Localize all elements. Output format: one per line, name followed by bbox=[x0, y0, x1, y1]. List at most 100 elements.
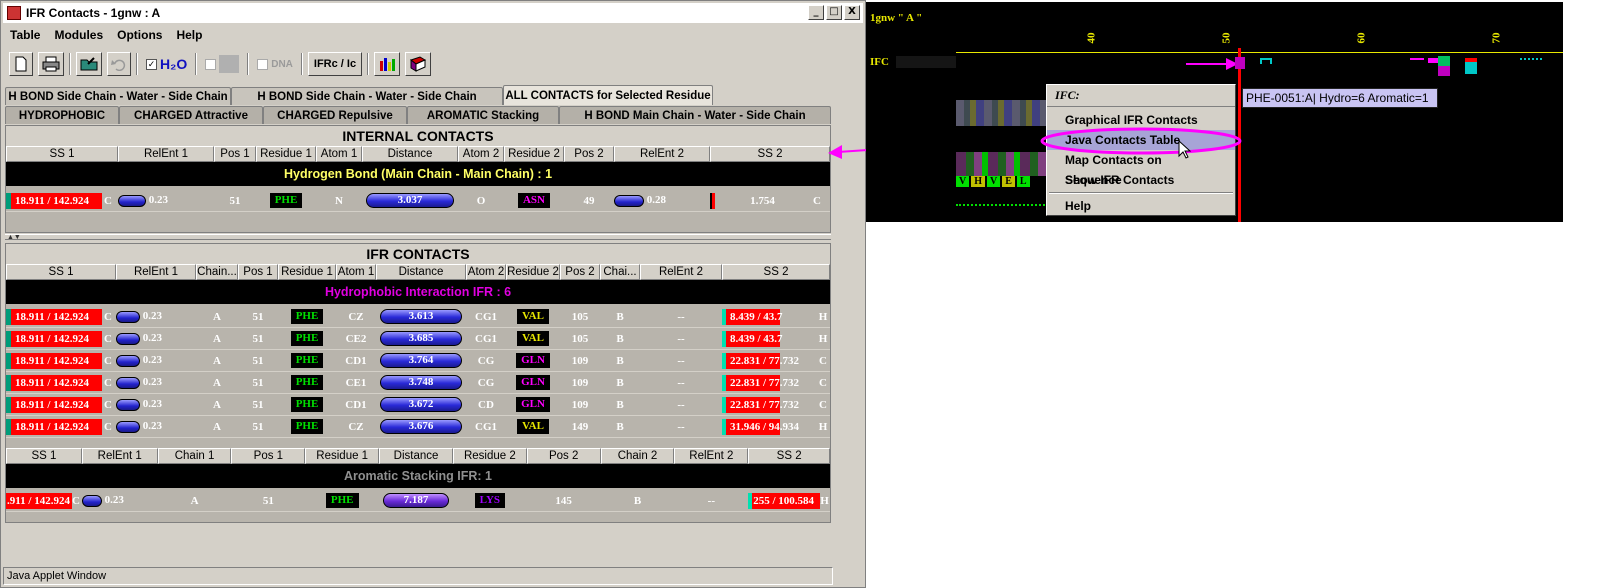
menu-modules[interactable]: Modules bbox=[47, 28, 110, 42]
residue-e[interactable]: E bbox=[1002, 176, 1015, 187]
col-ss2[interactable]: SS 2 bbox=[722, 264, 830, 280]
chart-button[interactable] bbox=[374, 52, 401, 76]
relent1-value: 0.23 bbox=[148, 194, 168, 207]
structure-block bbox=[956, 100, 1048, 126]
contact-marker[interactable] bbox=[1260, 58, 1272, 64]
h2o-checkbox-icon: ✓ bbox=[146, 58, 157, 70]
col-ss1[interactable]: SS 1 bbox=[6, 264, 116, 280]
col-residue1[interactable]: Residue 1 bbox=[305, 448, 380, 464]
col-relent2[interactable]: RelEnt 2 bbox=[640, 264, 722, 280]
col-ss2[interactable]: SS 2 bbox=[748, 448, 830, 464]
tab-hydrophobic[interactable]: HYDROPHOBIC bbox=[5, 106, 119, 124]
col-pos1[interactable]: Pos 1 bbox=[238, 264, 278, 280]
selected-contact-marker[interactable] bbox=[1235, 57, 1245, 69]
tab-all-contacts[interactable]: ALL CONTACTS for Selected Residue bbox=[503, 85, 713, 105]
col-relent2[interactable]: RelEnt 2 bbox=[614, 146, 710, 162]
undo-button[interactable] bbox=[107, 52, 131, 76]
col-relent1[interactable]: RelEnt 1 bbox=[118, 146, 214, 162]
contact-marker bbox=[1438, 56, 1450, 76]
col-pos1[interactable]: Pos 1 bbox=[214, 146, 256, 162]
minimize-button[interactable]: _ bbox=[808, 5, 824, 20]
residue-h[interactable]: H bbox=[971, 176, 986, 187]
col-ss2[interactable]: SS 2 bbox=[710, 146, 830, 162]
col-chain2[interactable]: Chai... bbox=[600, 264, 640, 280]
residue2-value: LYS bbox=[474, 493, 506, 508]
col-chain1[interactable]: Chain... bbox=[196, 264, 238, 280]
col-residue2[interactable]: Residue 2 bbox=[504, 146, 564, 162]
help-book-button[interactable] bbox=[405, 52, 432, 76]
menu-item-show-ifr-contacts[interactable]: Show IFR Contacts bbox=[1047, 170, 1235, 190]
col-atom2[interactable]: Atom 2 bbox=[466, 264, 506, 280]
atom1-value: N bbox=[335, 194, 343, 207]
residue2-value: GLN bbox=[516, 375, 550, 390]
col-relent1[interactable]: RelEnt 1 bbox=[81, 448, 158, 464]
col-chain2[interactable]: Chain 2 bbox=[600, 448, 675, 464]
ss1-type: C bbox=[104, 420, 112, 433]
h2o-toggle[interactable]: ✓ H₂O bbox=[143, 52, 190, 76]
menu-help[interactable]: Help bbox=[169, 28, 209, 42]
chain1-value: A bbox=[213, 398, 221, 411]
tab-hbond-mc-water-sc[interactable]: H BOND Main Chain - Water - Side Chain bbox=[559, 106, 831, 124]
col-atom1[interactable]: Atom 1 bbox=[336, 264, 376, 280]
col-chain1[interactable]: Chain 1 bbox=[157, 448, 232, 464]
ss1-type: C bbox=[104, 354, 112, 367]
menu-options[interactable]: Options bbox=[110, 28, 169, 42]
residue-v[interactable]: V bbox=[956, 176, 970, 187]
ifrc-ic-button[interactable]: IFRc / Ic bbox=[307, 52, 363, 76]
chain2-value: B bbox=[616, 354, 624, 367]
col-distance[interactable]: Distance bbox=[362, 146, 458, 162]
col-distance[interactable]: Distance bbox=[379, 448, 453, 464]
ss1-type: C bbox=[104, 398, 112, 411]
residue-v[interactable]: V bbox=[987, 176, 1001, 187]
tab-charged-attractive[interactable]: CHARGED Attractive bbox=[119, 106, 263, 124]
col-distance[interactable]: Distance bbox=[376, 264, 466, 280]
col-atom2[interactable]: Atom 2 bbox=[458, 146, 504, 162]
close-button[interactable]: X bbox=[844, 5, 860, 20]
residue-l[interactable]: L bbox=[1016, 176, 1030, 187]
section-hydrophobic: Hydrophobic Interaction IFR : 6 bbox=[6, 280, 830, 304]
table-row[interactable]: 18.911 / 142.924 C 0.23 A 51 PHE CE2 3.685 CG1 V… bbox=[6, 328, 830, 350]
tab-hbond-sc-water-sc-2[interactable]: H BOND Side Chain - Water - Side Chain bbox=[231, 87, 503, 105]
title-bar: IFR Contacts - 1gnw : A _ □ X bbox=[3, 3, 863, 23]
col-residue2[interactable]: Residue 2 bbox=[452, 448, 527, 464]
atom1-value: CE1 bbox=[345, 376, 367, 389]
table-row[interactable]: 18.911 / 142.924 C 0.23 A 51 PHE CD1 3.764 CG GL… bbox=[6, 350, 830, 372]
col-pos2[interactable]: Pos 2 bbox=[564, 146, 614, 162]
table-row[interactable]: 18.911 / 142.924 C 0.23 A 51 PHE CD1 3.672 CD GL… bbox=[6, 394, 830, 416]
toolbar-separator bbox=[367, 53, 370, 75]
col-pos1[interactable]: Pos 1 bbox=[231, 448, 306, 464]
open-folder-button[interactable] bbox=[76, 52, 102, 76]
table-row[interactable]: 18.911 / 142.924 C 0.23 A 51 PHE CZ 3.676 CG1 VA… bbox=[6, 416, 830, 438]
col-ss1[interactable]: SS 1 bbox=[6, 448, 82, 464]
col-residue1[interactable]: Residue 1 bbox=[256, 146, 316, 162]
col-relent1[interactable]: RelEnt 1 bbox=[116, 264, 196, 280]
dna-grid-toggle[interactable] bbox=[202, 52, 242, 76]
col-residue2[interactable]: Residue 2 bbox=[506, 264, 560, 280]
table-row[interactable]: 18.911 / 142.924 C 0.23 51 PHE N 3.037 O… bbox=[6, 190, 830, 212]
new-document-button[interactable] bbox=[9, 52, 33, 76]
tab-charged-repulsive[interactable]: CHARGED Repulsive bbox=[263, 106, 407, 124]
table-row[interactable]: 18.911 / 142.924 C 0.23 A 51 PHE CE1 3.748 CG GL… bbox=[6, 372, 830, 394]
menu-item-help[interactable]: Help bbox=[1047, 196, 1235, 216]
tab-aromatic-stacking[interactable]: AROMATIC Stacking bbox=[407, 106, 559, 124]
tick-70: 70 bbox=[1490, 32, 1503, 44]
dna-checkbox-icon bbox=[257, 58, 269, 70]
print-button[interactable] bbox=[38, 52, 64, 76]
menu-table[interactable]: Table bbox=[3, 28, 47, 42]
ss2-bar: 31.946 / 94.934 bbox=[722, 418, 799, 435]
tab-hbond-sc-water-sc-1[interactable]: H BOND Side Chain - Water - Side Chain bbox=[5, 87, 231, 105]
dna-toggle[interactable]: DNA bbox=[254, 52, 296, 76]
relent2-value: -- bbox=[677, 310, 685, 323]
col-atom1[interactable]: Atom 1 bbox=[316, 146, 362, 162]
col-residue1[interactable]: Residue 1 bbox=[278, 264, 336, 280]
maximize-button[interactable]: □ bbox=[826, 5, 842, 20]
col-relent2[interactable]: RelEnt 2 bbox=[674, 448, 749, 464]
table-row[interactable]: .911 / 142.924 C 0.23 A 51 PHE 7.187 LYS… bbox=[6, 490, 830, 512]
residue-sequence: V H V E L bbox=[956, 176, 1030, 187]
col-pos2[interactable]: Pos 2 bbox=[560, 264, 600, 280]
atom1-value: CD1 bbox=[345, 354, 367, 367]
col-ss1[interactable]: SS 1 bbox=[6, 146, 118, 162]
col-pos2[interactable]: Pos 2 bbox=[526, 448, 601, 464]
split-pane-divider[interactable]: ▲▼ bbox=[5, 234, 831, 241]
table-row[interactable]: 18.911 / 142.924 C 0.23 A 51 PHE CZ 3.613 CG1 VA… bbox=[6, 306, 830, 328]
